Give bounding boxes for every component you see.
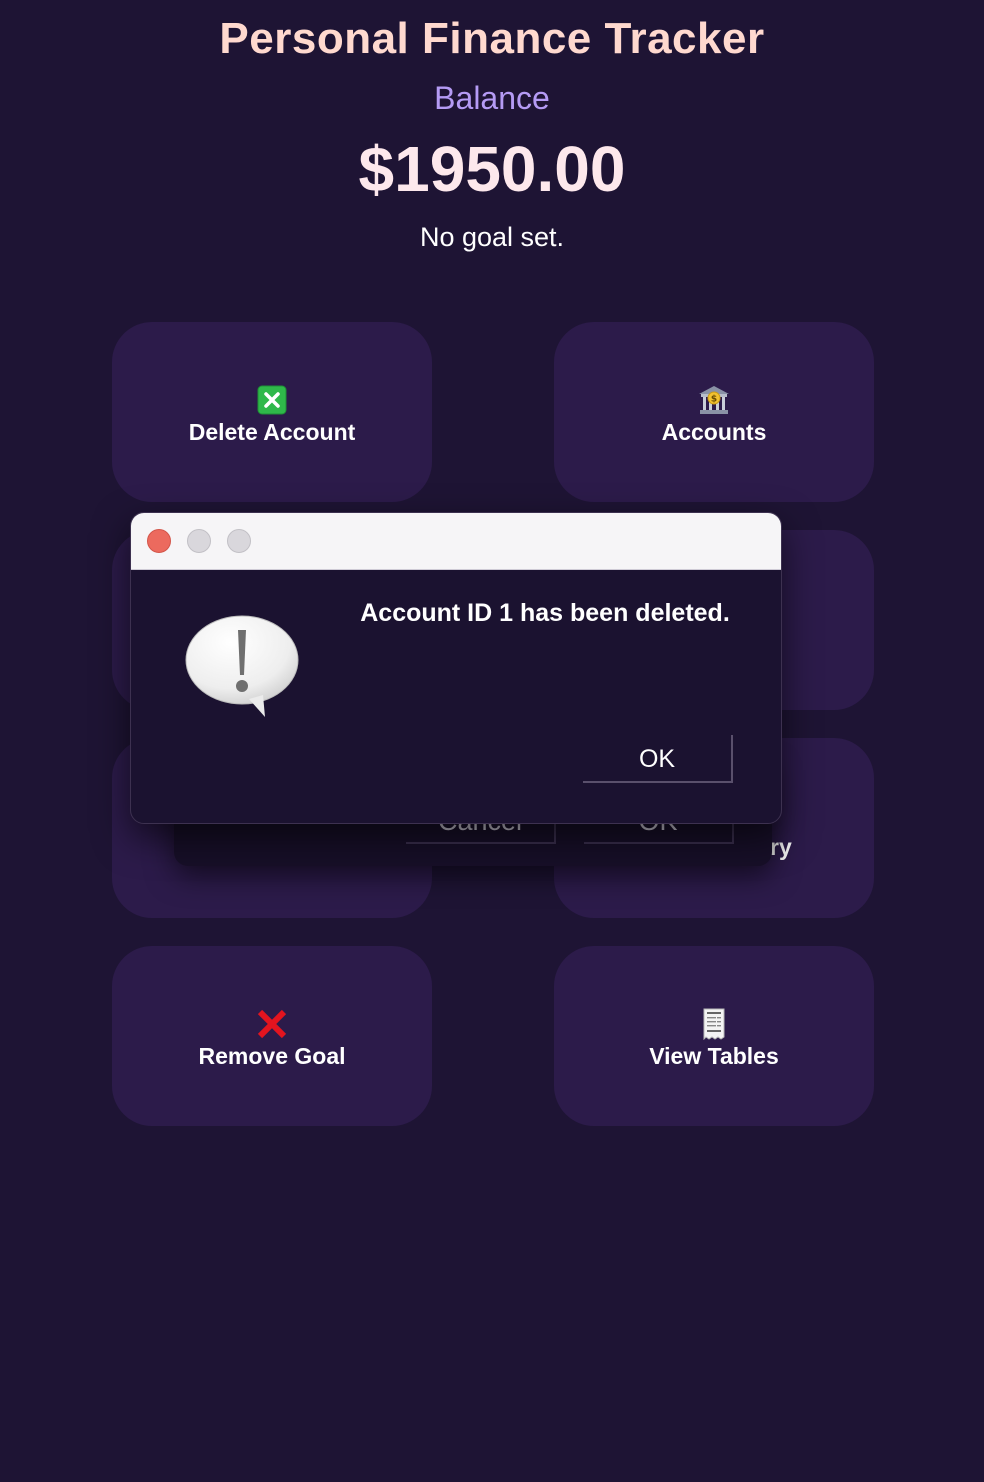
delete-account-label: Delete Account bbox=[188, 419, 356, 445]
cross-mark-button-icon bbox=[112, 384, 432, 416]
accounts-label: Accounts bbox=[661, 419, 767, 445]
balance-label: Balance bbox=[434, 80, 550, 116]
app-title: Personal Finance Tracker bbox=[219, 14, 765, 63]
view-tables-button[interactable]: View Tables bbox=[554, 946, 874, 1126]
goal-status: No goal set. bbox=[419, 222, 565, 252]
remove-goal-label: Remove Goal bbox=[198, 1043, 346, 1069]
zoom-window-button[interactable] bbox=[227, 529, 251, 553]
alert-titlebar bbox=[131, 513, 781, 570]
remove-goal-button[interactable]: Remove Goal bbox=[112, 946, 432, 1126]
cross-mark-icon bbox=[112, 1008, 432, 1040]
minimize-window-button[interactable] bbox=[187, 529, 211, 553]
exclamation-bubble-icon bbox=[183, 613, 301, 723]
partial-card-label: ry bbox=[770, 834, 792, 860]
alert-message: Account ID 1 has been deleted. bbox=[360, 599, 730, 627]
app-window: Personal Finance Tracker Balance $1950.0… bbox=[0, 0, 984, 1482]
close-window-button[interactable] bbox=[147, 529, 171, 553]
ok-button[interactable]: OK bbox=[583, 735, 733, 783]
svg-text:$: $ bbox=[711, 395, 717, 405]
delete-account-button[interactable]: Delete Account bbox=[112, 322, 432, 502]
bank-icon: $ bbox=[554, 384, 874, 416]
accounts-button[interactable]: $ Accounts bbox=[554, 322, 874, 502]
alert-dialog: Account ID 1 has been deleted. OK bbox=[130, 512, 782, 824]
receipt-icon bbox=[554, 1008, 874, 1040]
balance-value: $1950.00 bbox=[358, 133, 626, 205]
view-tables-label: View Tables bbox=[649, 1043, 779, 1069]
